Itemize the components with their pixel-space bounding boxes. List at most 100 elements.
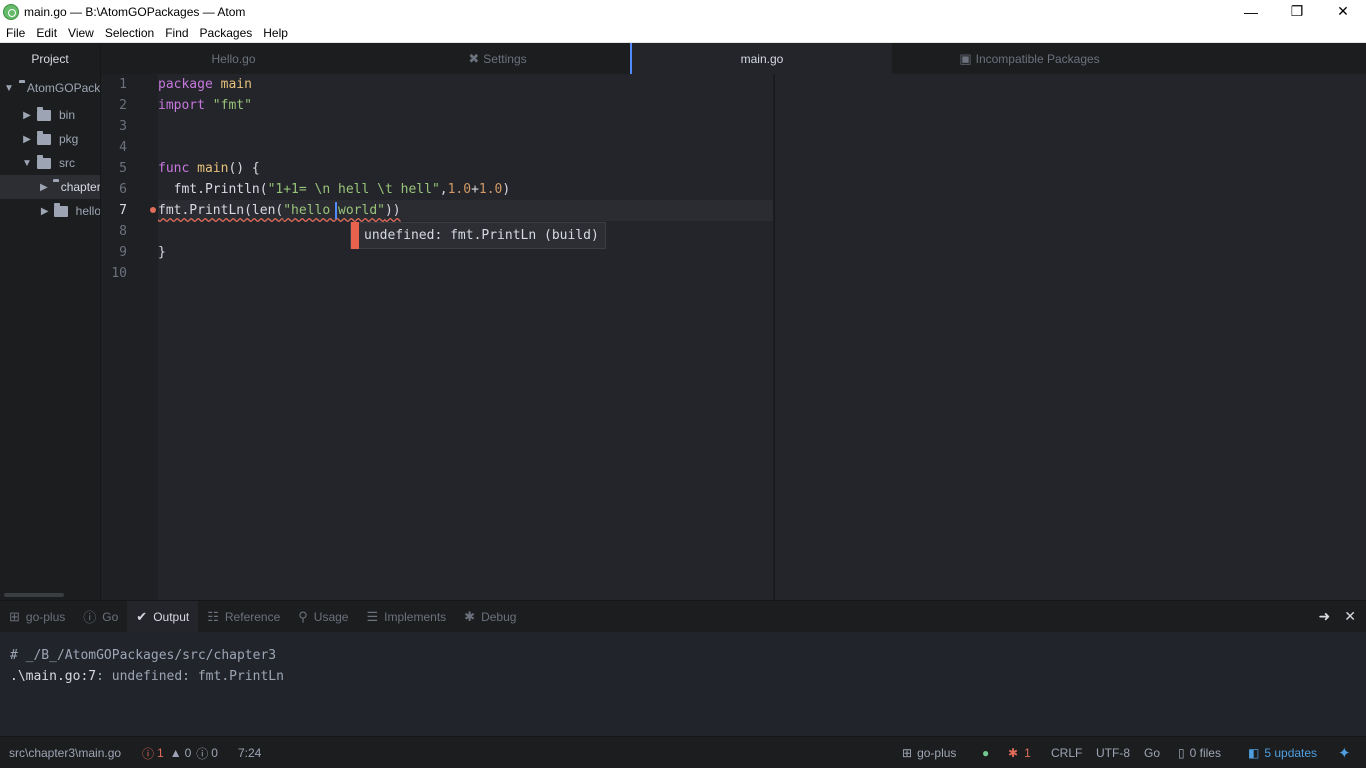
tab-main-go[interactable]: main.go [632,43,892,74]
tab-incompatible-packages[interactable]: ▣ Incompatible Packages [892,43,1167,74]
tab-hello-go[interactable]: Hello.go [101,43,366,74]
tab-settings[interactable]: ✖ Settings [366,43,629,74]
tree-item-label: chapter3 [60,180,101,194]
menu-packages[interactable]: Packages [194,26,258,40]
panel-tab-label: Output [153,609,190,624]
panel-tab-go-plus[interactable]: ⊞ go-plus [0,601,74,632]
package-icon: ◧ [1248,746,1260,760]
window-title: main.go — B:\AtomGOPackages — Atom [24,4,246,19]
status-file-path[interactable]: src\chapter3\main.go [9,737,121,768]
tab-project[interactable]: Project [0,43,101,74]
tree-item-label: hello [75,204,101,218]
output-location: .\main.go:7 [10,669,97,684]
chevron-down-icon: ▼ [4,82,14,94]
line-number: 10 [111,266,127,281]
folder-icon [37,130,51,145]
code-line-1: package main [158,77,252,92]
menu-file[interactable]: File [0,26,30,40]
line-number: 2 [119,98,127,113]
tree-item-bin[interactable]: ▶ bin [0,103,100,127]
folder-icon [37,154,51,169]
left-pane-tabs: Hello.go ✖ Settings [101,43,629,74]
close-icon[interactable]: ✕ [1344,608,1356,625]
go-plus-panel: ⊞ go-plus ⓘ Go ✔ Output ☷ Reference ⚲ Us… [0,600,1366,736]
tree-item-label: AtomGOPackages [26,81,101,95]
menu-find[interactable]: Find [159,26,193,40]
error-marker-icon[interactable] [150,207,156,213]
right-pane-tabs: main.go ▣ Incompatible Packages [632,43,1167,74]
status-line-ending[interactable]: CRLF [1051,737,1082,768]
panel-tab-label: Go [102,609,119,624]
tree-item-src[interactable]: ▼ src [0,151,100,175]
panel-tab-output[interactable]: ✔ Output [127,601,199,632]
line-number: 1 [119,77,127,92]
panel-tab-reference[interactable]: ☷ Reference [198,601,289,632]
close-button[interactable]: ✕ [1320,0,1366,23]
status-go-plus[interactable]: ⊞ go-plus [902,737,956,768]
plus-square-icon: ⊞ [9,608,20,624]
panel-tab-debug[interactable]: ✱ Debug [455,601,525,632]
checklist-icon: ☰ [366,608,379,624]
error-tooltip-text: undefined: fmt.PrintLn (build) [364,228,599,243]
tree-item-root[interactable]: ▼ AtomGOPackages [0,76,101,100]
status-bar: src\chapter3\main.go ⓘ 1 ▲ 0 ⓘ 0 7:24 ⊞ … [0,736,1366,768]
panel-tab-go[interactable]: ⓘ Go [74,601,127,632]
list-icon: ☷ [207,608,219,624]
menu-edit[interactable]: Edit [30,26,62,40]
status-updates-label: 5 updates [1264,746,1318,760]
line-number: 3 [119,119,127,134]
code-line-6: fmt.Println("1+1= \n hell \t hell",1.0+1… [158,182,511,197]
code-line-7: fmt.PrintLn(len("hello world")) [158,203,401,218]
error-icon: ⓘ [142,746,155,761]
status-dot-icon: ● [982,746,990,760]
check-icon: ✔ [136,608,148,624]
panel-tab-label: go-plus [25,609,66,624]
info-count: 0 [211,746,218,760]
line-number: 8 [119,224,127,239]
menu-selection[interactable]: Selection [99,26,159,40]
status-cursor-position[interactable]: 7:24 [238,737,261,768]
status-updates[interactable]: ◧ 5 updates [1248,737,1317,768]
output-line: .\main.go:7: undefined: fmt.PrintLn [10,666,284,687]
status-git-files[interactable]: ▯ 0 files [1178,737,1221,768]
tree-item-chapter3[interactable]: ▶ chapter3 [0,175,101,199]
menu-help[interactable]: Help [257,26,293,40]
folder-icon [37,106,51,121]
panel-controls: ➜ ✕ [1305,601,1356,632]
panel-tab-implements[interactable]: ☰ Implements [357,601,455,632]
arrow-right-icon[interactable]: ➜ [1319,608,1331,625]
error-tooltip: undefined: fmt.PrintLn (build) [350,222,606,249]
info-icon: ⓘ [83,610,97,625]
tab-settings-label: Settings [483,51,527,66]
status-diagnostics[interactable]: ⓘ 1 ▲ 0 ⓘ 0 [142,737,218,768]
minimize-button[interactable]: — [1228,0,1274,23]
tree-item-label: bin [59,108,76,122]
status-grammar[interactable]: Go [1144,737,1160,768]
panel-tab-label: Reference [224,609,281,624]
squirrel-icon[interactable]: ✦ [1338,737,1351,768]
line-number: 6 [119,182,127,197]
editor-right-pane[interactable] [774,74,1366,600]
tree-item-label: src [59,156,75,170]
panel-tab-usage[interactable]: ⚲ Usage [289,601,357,632]
line-number: 7 [119,203,127,218]
maximize-button[interactable]: ❐ [1274,0,1320,23]
tree-scrollbar[interactable] [4,593,64,597]
warning-icon: ▲ [169,746,182,760]
tree-item-pkg[interactable]: ▶ pkg [0,127,100,151]
menu-view[interactable]: View [62,26,99,40]
output-line: # _/B_/AtomGOPackages/src/chapter3 [10,648,277,663]
line-number-gutter: 1 2 3 4 5 6 7 8 9 10 [101,74,158,600]
menu-bar: File Edit View Selection Find Packages H… [0,23,1366,43]
editor-main-go[interactable]: 1 2 3 4 5 6 7 8 9 10 package main import… [101,74,773,600]
tab-row: Project Hello.go ✖ Settings main.go ▣ In… [0,43,1366,74]
status-debug[interactable]: ✱ 1 [1008,737,1031,768]
panel-tab-label: Implements [384,609,447,624]
chevron-right-icon: ▶ [23,133,31,145]
chevron-right-icon: ▶ [23,109,31,121]
tree-item-hello[interactable]: ▶ hello [0,199,101,223]
status-encoding[interactable]: UTF-8 [1096,737,1130,768]
error-indicator-bar [351,222,359,249]
panel-tab-label: Debug [481,609,517,624]
line-number: 4 [119,140,127,155]
